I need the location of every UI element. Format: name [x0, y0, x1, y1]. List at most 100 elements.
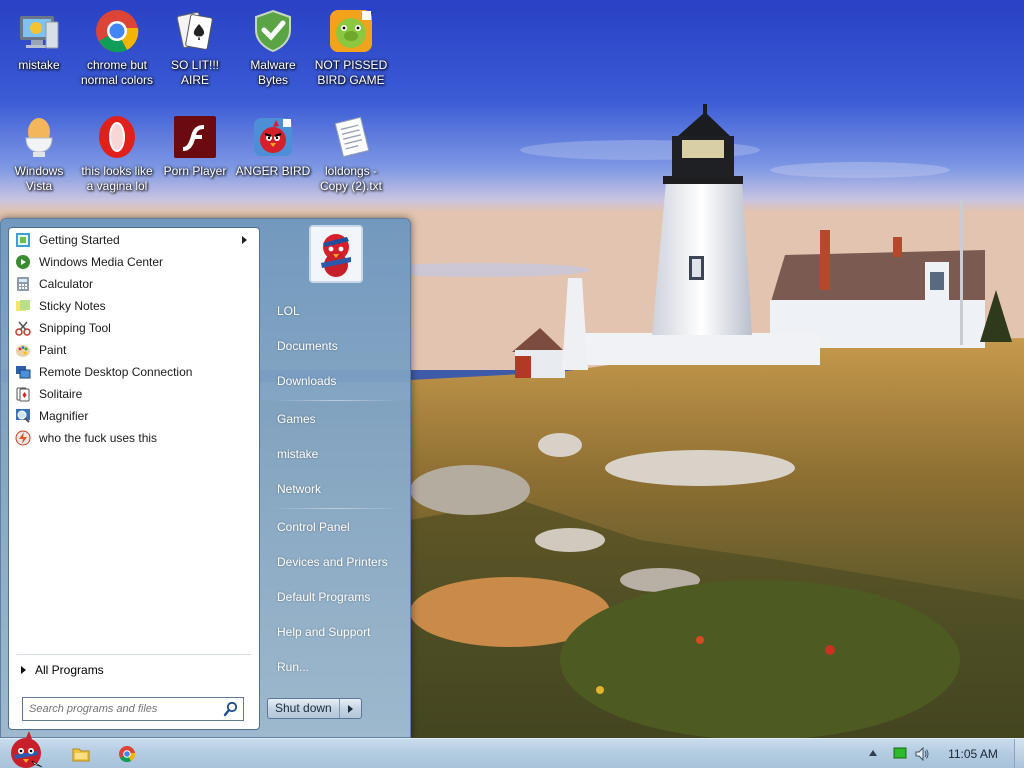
place-downloads[interactable]: Downloads: [267, 368, 403, 394]
angry-bird-avatar-icon: [311, 227, 361, 281]
program-sticky-notes[interactable]: Sticky Notes: [11, 295, 257, 317]
program-getting-started[interactable]: Getting Started: [11, 229, 257, 251]
getting-started-icon: [16, 233, 30, 247]
program-label: Sticky Notes: [39, 299, 106, 313]
program-magnifier[interactable]: Magnifier: [11, 405, 257, 427]
place-label: mistake: [277, 447, 319, 461]
program-windows-media-center[interactable]: Windows Media Center: [11, 251, 257, 273]
places-separator: [271, 400, 401, 401]
shutdown-button-group: Shut down: [267, 698, 362, 719]
place-default-programs[interactable]: Default Programs: [267, 584, 403, 610]
taskbar-chrome-icon[interactable]: [112, 742, 142, 766]
place-mistake[interactable]: mistake: [267, 441, 403, 467]
place-label: Network: [277, 482, 322, 496]
program-who-uses-this[interactable]: who the fuck uses this: [11, 427, 257, 449]
desktop-icon-malwarebytes[interactable]: Malware Bytes: [234, 4, 312, 88]
program-paint[interactable]: Paint: [11, 339, 257, 361]
shutdown-options-arrow-icon[interactable]: [340, 699, 361, 718]
desktop-icon-label: chrome but normal colors: [80, 58, 154, 87]
tray-status-icon[interactable]: [893, 746, 907, 760]
desktop-icon-solitaire[interactable]: SO LIT!!! AIRE: [156, 4, 234, 88]
show-hidden-icons-icon[interactable]: [869, 750, 877, 756]
taskbar: 11:05 AM: [0, 731, 1024, 768]
program-label: Windows Media Center: [39, 255, 164, 269]
shutdown-button[interactable]: Shut down: [268, 699, 340, 718]
red-bird-icon: [254, 118, 292, 156]
desktop-icon-loldongs-txt[interactable]: loldongs - Copy (2).txt: [312, 110, 390, 194]
program-label: who the fuck uses this: [39, 431, 158, 445]
place-label: Help and Support: [277, 625, 371, 639]
place-label: Downloads: [277, 374, 337, 388]
desktop-icon-anger-bird[interactable]: ANGER BIRD: [234, 110, 312, 179]
egg-cup-icon: [25, 118, 53, 157]
search-icon[interactable]: [222, 700, 240, 718]
program-label: Remote Desktop Connection: [39, 365, 193, 379]
user-avatar[interactable]: [309, 225, 363, 283]
place-control-panel[interactable]: Control Panel: [267, 514, 403, 540]
program-calculator[interactable]: Calculator: [11, 273, 257, 295]
desktop-icon-chrome[interactable]: chrome but normal colors: [78, 4, 156, 88]
program-label: Snipping Tool: [39, 321, 111, 335]
desktop-icon-mistake[interactable]: mistake: [0, 4, 78, 73]
program-label: Getting Started: [39, 233, 120, 247]
desktop-icon-porn-player[interactable]: Porn Player: [156, 110, 234, 179]
flash-icon: [15, 430, 31, 446]
magnifier-icon: [16, 409, 30, 423]
program-snipping-tool[interactable]: Snipping Tool: [11, 317, 257, 339]
places-separator: [271, 508, 401, 509]
desktop-icon-label: this looks like a vagina lol: [81, 164, 153, 193]
place-games[interactable]: Games: [267, 406, 403, 432]
place-label: Run...: [277, 660, 310, 674]
all-programs-separator: [17, 654, 251, 655]
place-label: Control Panel: [277, 520, 350, 534]
start-button[interactable]: [4, 731, 48, 768]
desktop-icon-label: SO LIT!!! AIRE: [170, 58, 219, 87]
taskbar-clock[interactable]: 11:05 AM: [940, 747, 1006, 761]
shield-check-icon: [255, 9, 291, 53]
solitaire-cards-icon: [176, 11, 213, 50]
program-remote-desktop-connection[interactable]: Remote Desktop Connection: [11, 361, 257, 383]
desktop-icon-label: Porn Player: [163, 164, 227, 178]
desktop-icon-not-pissed-bird[interactable]: NOT PISSED BIRD GAME: [312, 4, 390, 88]
desktop-icon-label: loldongs - Copy (2).txt: [319, 164, 382, 193]
program-solitaire[interactable]: Solitaire: [11, 383, 257, 405]
place-lol[interactable]: LOL: [267, 298, 403, 324]
calculator-icon: [17, 277, 29, 291]
sticky-notes-icon: [16, 300, 30, 311]
taskbar-folder-icon[interactable]: [66, 742, 96, 766]
media-center-icon: [16, 255, 30, 269]
place-label: Devices and Printers: [277, 555, 388, 569]
search-input[interactable]: [23, 699, 222, 719]
start-menu: Getting Started Windows Media Center Cal…: [0, 218, 411, 738]
place-documents[interactable]: Documents: [267, 333, 403, 359]
place-help-and-support[interactable]: Help and Support: [267, 619, 403, 645]
place-devices-and-printers[interactable]: Devices and Printers: [267, 549, 403, 575]
desktop-icon-windows-vista[interactable]: Windows Vista: [0, 110, 78, 194]
start-search-box[interactable]: [22, 697, 244, 721]
place-label: LOL: [277, 304, 300, 318]
place-label: Default Programs: [277, 590, 371, 604]
flash-player-icon: [174, 116, 216, 158]
program-label: Solitaire: [39, 387, 83, 401]
program-label: Paint: [39, 343, 67, 357]
place-run[interactable]: Run...: [267, 654, 403, 680]
volume-icon[interactable]: [914, 746, 930, 762]
remote-desktop-icon: [16, 366, 31, 379]
place-network[interactable]: Network: [267, 476, 403, 502]
show-desktop-button[interactable]: [1014, 739, 1024, 768]
place-label: Games: [277, 412, 316, 426]
paint-palette-icon: [16, 345, 30, 357]
place-label: Documents: [277, 339, 338, 353]
programs-pane: Getting Started Windows Media Center Cal…: [8, 227, 260, 730]
desktop-icon-label: NOT PISSED BIRD GAME: [314, 58, 388, 87]
desktop-icon-label: Malware Bytes: [250, 58, 296, 87]
opera-icon: [99, 116, 135, 158]
text-document-icon: [334, 116, 370, 158]
all-programs-button[interactable]: All Programs: [17, 660, 251, 680]
desktop-icon-label: mistake: [18, 58, 60, 72]
program-label: Calculator: [39, 277, 94, 291]
scissors-icon: [15, 321, 31, 336]
all-programs-label: All Programs: [35, 663, 104, 677]
desktop-icon-label: Windows Vista: [14, 164, 64, 193]
desktop-icon-opera[interactable]: this looks like a vagina lol: [78, 110, 156, 194]
